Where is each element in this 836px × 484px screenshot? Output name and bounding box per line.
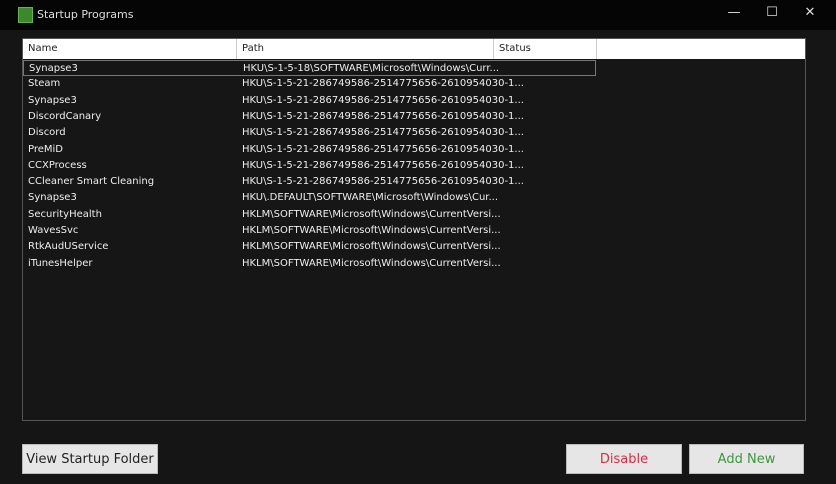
cell-name: Synapse3 <box>29 63 78 74</box>
list-row[interactable]: CCleaner Smart Cleaning HKU\S-1-5-21-2867… <box>23 174 596 190</box>
app-icon <box>18 7 33 23</box>
cell-name: DiscordCanary <box>28 110 102 122</box>
cell-name: Discord <box>28 127 66 139</box>
disable-button[interactable]: Disable <box>566 444 682 474</box>
cell-path: HKU\S-1-5-21-286749586-2514775656-261095… <box>242 127 524 139</box>
list-row[interactable]: RtkAudUService HKLM\SOFTWARE\Microsoft\Wi… <box>23 239 596 255</box>
cell-name: PreMiD <box>28 143 64 155</box>
column-header-name[interactable]: Name <box>23 39 237 59</box>
cell-path: HKLM\SOFTWARE\Microsoft\Windows\CurrentV… <box>242 257 501 269</box>
close-button[interactable]: ✕ <box>800 5 820 20</box>
cell-path: HKU\S-1-5-21-286749586-2514775656-261095… <box>242 159 524 171</box>
list-row[interactable]: Synapse3 HKU\S-1-5-21-286749586-251477565… <box>23 93 596 109</box>
cell-path: HKU\S-1-5-21-286749586-2514775656-261095… <box>242 176 524 188</box>
minimize-button[interactable]: — <box>724 5 744 20</box>
cell-path: HKLM\SOFTWARE\Microsoft\Windows\CurrentV… <box>242 208 501 220</box>
list-row[interactable]: Steam HKU\S-1-5-21-286749586-2514775656-2… <box>23 76 596 92</box>
column-header-path[interactable]: Path <box>237 39 494 59</box>
cell-name: WavesSvc <box>28 225 79 236</box>
maximize-button[interactable]: ☐ <box>762 5 782 20</box>
add-new-button[interactable]: Add New <box>689 444 804 474</box>
view-startup-folder-button[interactable]: View Startup Folder <box>22 444 158 474</box>
cell-name: CCleaner Smart Cleaning <box>28 176 155 188</box>
cell-path: HKLM\SOFTWARE\Microsoft\Windows\CurrentV… <box>242 241 501 253</box>
list-row[interactable]: Synapse3 HKU\S-1-5-18\SOFTWARE\Microsoft\… <box>23 60 596 76</box>
cell-name: Synapse3 <box>28 94 77 106</box>
list-row[interactable]: CCXProcess HKU\S-1-5-21-286749586-2514775… <box>23 158 596 174</box>
cell-path: HKLM\SOFTWARE\Microsoft\Windows\CurrentV… <box>242 225 501 236</box>
column-header-status[interactable]: Status <box>494 39 597 59</box>
cell-path: HKU\S-1-5-21-286749586-2514775656-261095… <box>242 94 524 106</box>
cell-path: HKU\.DEFAULT\SOFTWARE\Microsoft\Windows\… <box>242 192 499 204</box>
title-bar: Startup Programs — ☐ ✕ <box>0 0 836 30</box>
startup-programs-list[interactable]: Name Path Status Synapse3 HKU\S-1-5-18\SO… <box>22 38 806 421</box>
cell-name: Steam <box>28 78 61 90</box>
cell-name: RtkAudUService <box>28 241 109 253</box>
window-title: Startup Programs <box>37 8 134 21</box>
list-row[interactable]: PreMiD HKU\S-1-5-21-286749586-2514775656-… <box>23 142 596 158</box>
list-row[interactable]: WavesSvc HKLM\SOFTWARE\Microsoft\Windows\… <box>23 223 596 239</box>
list-row[interactable]: SecurityHealth HKLM\SOFTWARE\Microsoft\Wi… <box>23 207 596 223</box>
list-row[interactable]: Discord HKU\S-1-5-21-286749586-2514775656… <box>23 125 596 141</box>
cell-name: CCXProcess <box>28 159 87 171</box>
list-row[interactable]: Synapse3 HKU\.DEFAULT\SOFTWARE\Microsoft\… <box>23 190 596 206</box>
cell-path: HKU\S-1-5-21-286749586-2514775656-261095… <box>242 143 524 155</box>
cell-path: HKU\S-1-5-21-286749586-2514775656-261095… <box>242 110 524 122</box>
list-row[interactable]: iTunesHelper HKLM\SOFTWARE\Microsoft\Wind… <box>23 256 596 272</box>
cell-name: iTunesHelper <box>28 257 93 269</box>
list-row[interactable]: DiscordCanary HKU\S-1-5-21-286749586-2514… <box>23 109 596 125</box>
cell-name: Synapse3 <box>28 192 77 204</box>
cell-path: HKU\S-1-5-18\SOFTWARE\Microsoft\Windows\… <box>243 63 500 74</box>
cell-path: HKU\S-1-5-21-286749586-2514775656-261095… <box>242 78 524 90</box>
cell-name: SecurityHealth <box>28 208 102 220</box>
list-header: Name Path Status <box>23 39 805 59</box>
